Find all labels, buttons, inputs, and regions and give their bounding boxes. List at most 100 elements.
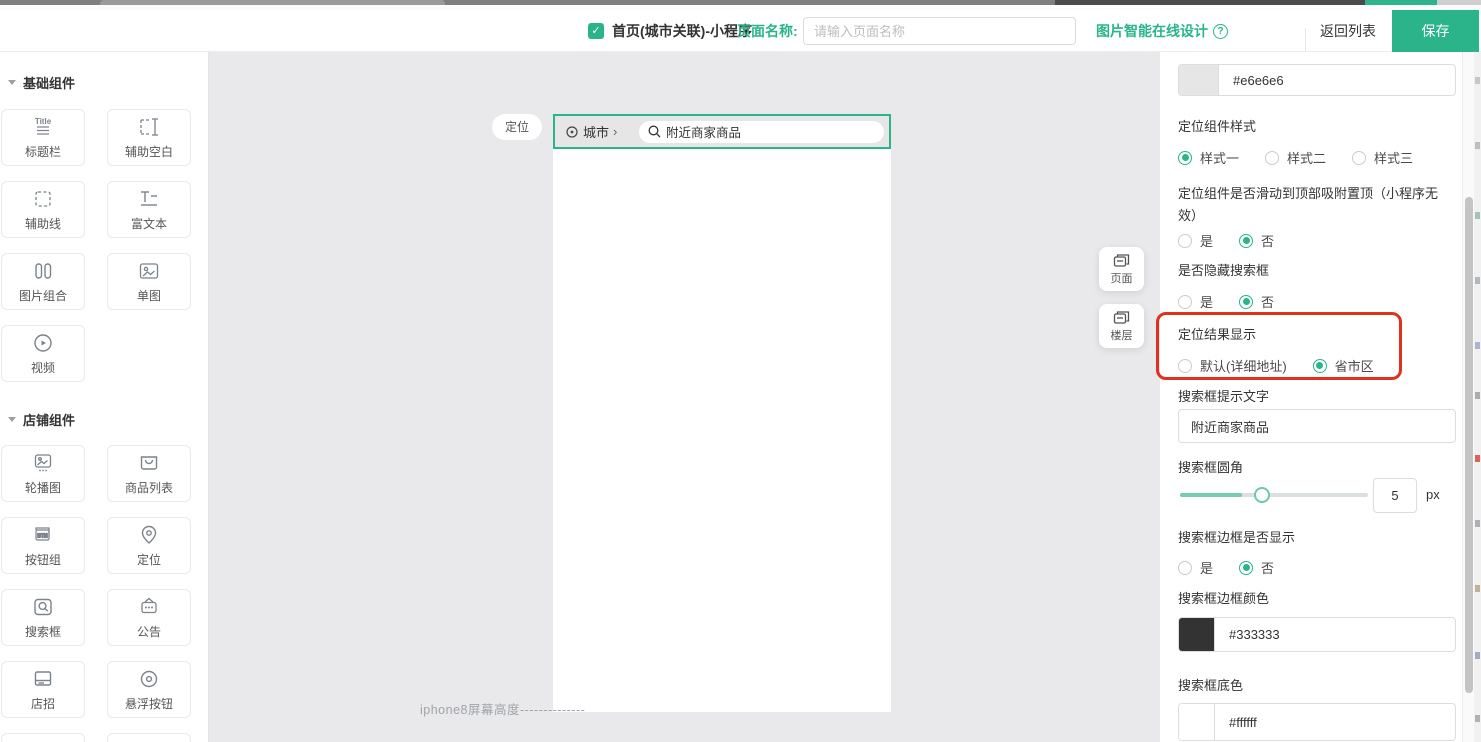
radio-unchecked-icon[interactable] [1178, 295, 1192, 309]
richtext-icon [136, 187, 162, 211]
component-card-announcement[interactable]: 公告 [107, 589, 191, 646]
image-group-icon [30, 259, 56, 283]
radio-sticky-yes[interactable]: 是 [1178, 231, 1213, 250]
floor-settings-button[interactable]: 楼层 [1099, 304, 1144, 348]
component-card-buttongroup[interactable]: BTN 按钮组 [1, 517, 85, 574]
radio-unchecked-icon[interactable] [1265, 151, 1279, 165]
component-card-imagegroup[interactable]: 图片组合 [1, 253, 85, 310]
button-group-icon: BTN [30, 523, 56, 547]
layers-icon [1113, 253, 1130, 268]
chevron-right-icon: › [613, 124, 617, 139]
checkbox-checked-icon[interactable]: ✓ [588, 23, 604, 39]
component-card-partial[interactable] [107, 733, 191, 742]
component-card-productlist[interactable]: 商品列表 [107, 445, 191, 502]
radio-unchecked-icon[interactable] [1178, 561, 1192, 575]
help-icon[interactable]: ? [1213, 24, 1228, 39]
searchbox-icon [30, 595, 56, 619]
radio-hide-no[interactable]: 否 [1239, 292, 1274, 311]
component-card-floatingbutton[interactable]: 悬浮按钮 [107, 661, 191, 718]
window-edge-strip [1474, 52, 1481, 742]
selected-component-tag: 定位 [492, 114, 542, 140]
sticky-radio-group: 是 否 [1178, 231, 1274, 250]
radio-checked-icon[interactable] [1239, 234, 1253, 248]
radius-slider[interactable] [1180, 493, 1368, 497]
scrollbar-thumb[interactable] [1465, 197, 1473, 693]
radio-style-1[interactable]: 样式一 [1178, 148, 1239, 167]
radius-input[interactable] [1373, 478, 1417, 513]
component-card-singleimage[interactable]: 单图 [107, 253, 191, 310]
border-color-input[interactable]: #333333 [1178, 617, 1456, 652]
section-basic-components[interactable]: 基础组件 [0, 73, 208, 92]
location-pin-icon [136, 523, 162, 547]
smart-design-link[interactable]: 图片智能在线设计 ? [1096, 10, 1228, 52]
browser-chrome [0, 0, 1481, 10]
component-card-guideline[interactable]: 辅助线 [1, 181, 85, 238]
border-color-label: 搜索框边框颜色 [1178, 590, 1269, 607]
save-button[interactable]: 保存 [1392, 10, 1479, 52]
location-component-preview[interactable]: 城市 › 附近商家商品 [553, 114, 891, 149]
component-card-partial[interactable] [1, 733, 85, 742]
radio-unchecked-icon[interactable] [1178, 359, 1192, 373]
page-settings-button[interactable]: 页面 [1099, 247, 1144, 291]
panel-scrollbar[interactable] [1462, 52, 1474, 742]
radio-border-yes[interactable]: 是 [1178, 558, 1213, 577]
sticky-label: 定位组件是否滑动到顶部吸附置顶（小程序无效） [1178, 183, 1448, 227]
top-color-input[interactable]: #e6e6e6 [1178, 64, 1456, 96]
radio-checked-icon[interactable] [1239, 295, 1253, 309]
svg-text:Title: Title [35, 117, 52, 126]
component-card-searchbox[interactable]: 搜索框 [1, 589, 85, 646]
radio-checked-icon[interactable] [1313, 359, 1327, 373]
layers-icon [1113, 310, 1130, 325]
guideline-icon [30, 187, 56, 211]
radius-field-wrap [1373, 478, 1417, 513]
iphone8-height-marker: iphone8屏幕高度-------------- [420, 699, 585, 718]
result-display-label: 定位结果显示 [1178, 326, 1256, 343]
radio-sticky-no[interactable]: 否 [1239, 231, 1274, 250]
radio-style-3[interactable]: 样式三 [1352, 148, 1413, 167]
browser-chrome-tab [100, 0, 445, 5]
radio-result-default[interactable]: 默认(详细地址) [1178, 356, 1287, 375]
svg-text:BTN: BTN [37, 534, 48, 540]
city-selector[interactable]: 城市 › [565, 122, 617, 141]
phone-preview[interactable]: 城市 › 附近商家商品 [553, 114, 891, 712]
hide-search-radio-group: 是 否 [1178, 292, 1274, 311]
component-card-richtext[interactable]: 富文本 [107, 181, 191, 238]
style-radio-group: 样式一 样式二 样式三 [1178, 148, 1413, 167]
component-card-carousel[interactable]: 轮播图 [1, 445, 85, 502]
radio-unchecked-icon[interactable] [1352, 151, 1366, 165]
component-card-location[interactable]: 定位 [107, 517, 191, 574]
component-card-spacer[interactable]: 辅助空白 [107, 109, 191, 166]
search-hint-input[interactable] [1178, 409, 1456, 443]
component-card-titlebar[interactable]: Title 标题栏 [1, 109, 85, 166]
product-list-icon [136, 451, 162, 475]
page-name-input[interactable] [803, 17, 1076, 45]
back-to-list-button[interactable]: 返回列表 [1320, 10, 1376, 52]
radio-result-province[interactable]: 省市区 [1313, 356, 1374, 375]
design-canvas[interactable]: 定位 城市 › 附近商家商品 iphone8屏幕高度---------- [209, 52, 1160, 742]
border-show-label: 搜索框边框是否显示 [1178, 529, 1295, 546]
radio-unchecked-icon[interactable] [1178, 234, 1192, 248]
radio-checked-icon[interactable] [1178, 151, 1192, 165]
radio-style-2[interactable]: 样式二 [1265, 148, 1326, 167]
radius-slider-thumb[interactable] [1254, 487, 1270, 503]
section-shop-components[interactable]: 店铺组件 [0, 410, 208, 429]
color-swatch[interactable] [1179, 618, 1215, 651]
search-hint-label: 搜索框提示文字 [1178, 388, 1269, 405]
border-show-radio-group: 是 否 [1178, 558, 1274, 577]
page-name-label: 页面名称: [737, 10, 798, 52]
radio-checked-icon[interactable] [1239, 561, 1253, 575]
radio-border-no[interactable]: 否 [1239, 558, 1274, 577]
searchbox-bg-input[interactable]: #ffffff [1178, 703, 1456, 741]
radio-hide-yes[interactable]: 是 [1178, 292, 1213, 311]
radius-slider-fill [1180, 493, 1242, 497]
color-swatch[interactable] [1179, 65, 1219, 95]
component-card-video[interactable]: 视频 [1, 325, 85, 382]
search-hint-field-wrap [1178, 409, 1456, 443]
search-box-preview[interactable]: 附近商家商品 [639, 121, 884, 143]
collapse-triangle-icon [8, 417, 16, 422]
component-card-storefront[interactable]: 店招 [1, 661, 85, 718]
basic-components-grid: Title 标题栏 辅助空白 辅助线 [1, 109, 208, 382]
titlebar-icon: Title [30, 115, 56, 139]
color-swatch[interactable] [1179, 704, 1215, 740]
page-checkbox[interactable]: ✓ [588, 10, 604, 52]
